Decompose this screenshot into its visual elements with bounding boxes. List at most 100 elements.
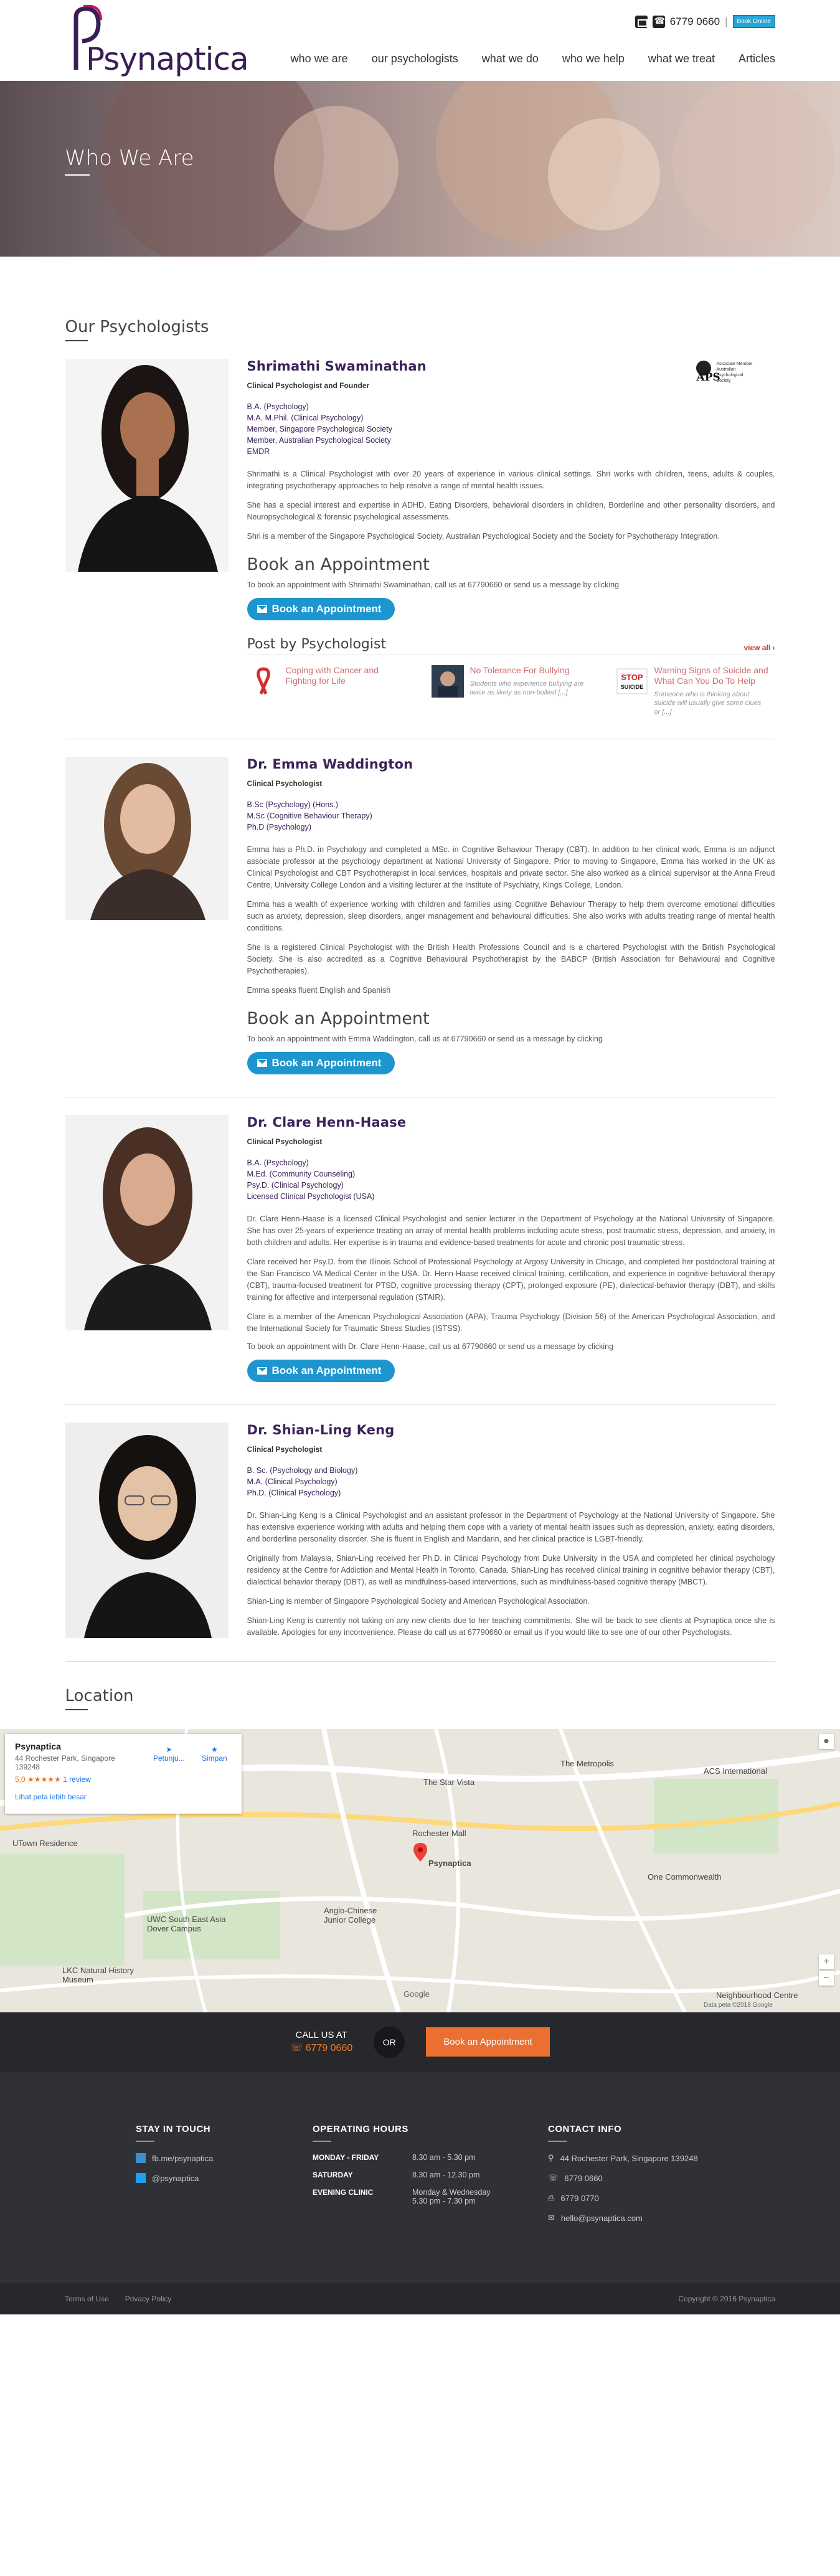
map-place-name: Psynaptica [15,1741,61,1751]
zoom-out-button[interactable]: − [819,1971,834,1986]
hero-underline [65,174,90,176]
book-online-button[interactable]: Book Online [732,15,775,28]
posts-header: Post by Psychologist view all › [247,637,775,655]
psychologist-photo [65,359,229,572]
call-bar: CALL US AT ☏ 6779 0660 OR Book an Appoin… [0,2012,840,2072]
envelope-icon [257,1367,267,1375]
post-title[interactable]: No Tolerance For Bullying [470,665,585,676]
psychologist-role: Clinical Psychologist [247,779,323,788]
credentials-list: B.A. (Psychology) M.A. M.Phil. (Clinical… [247,401,775,457]
twitter-link[interactable]: @psynaptica [136,2173,213,2183]
nav-articles[interactable]: Articles [727,52,775,65]
map-pin-icon[interactable] [413,1843,427,1862]
google-map[interactable]: Psynaptica 44 Rochester Park, Singapore … [0,1729,840,2012]
star-icon: ★ [210,1745,218,1754]
logo[interactable]: Psynaptica [65,5,249,77]
nav-our-psychologists[interactable]: our psychologists [360,52,470,65]
section-underline [65,1709,88,1710]
psychologist-photo [65,757,229,920]
hours-time: 8.30 am - 12.30 pm [412,2171,480,2179]
post-title[interactable]: Warning Signs of Suicide and What Can Yo… [654,665,769,686]
facebook-link[interactable]: fb.me/psynaptica [136,2153,213,2163]
logo-text: Psynaptica [86,41,249,77]
book-appointment-button[interactable]: Book an Appointment [247,1360,395,1382]
bio-paragraph: Shian-Ling is member of Singapore Psycho… [247,1597,590,1606]
footer-hours: OPERATING HOURS MONDAY - FRIDAY 8.30 am -… [313,2124,512,2205]
svg-text:SUICIDE: SUICIDE [620,684,643,690]
call-phone: 6779 0660 [305,2043,353,2053]
terms-link[interactable]: Terms of Use [65,2294,109,2303]
call-us-label: CALL US AT [295,2030,347,2040]
call-us-number[interactable]: ☏ 6779 0660 [290,2042,352,2054]
svg-text:STOP: STOP [621,673,643,682]
section-title: Our Psychologists [65,318,209,336]
credential-item: B.A. (Psychology) [247,1158,309,1167]
credential-item: M.A. M.Phil. (Clinical Psychology) [247,414,364,422]
hero-photo-shape [548,118,660,230]
hours-day: EVENING CLINIC [313,2188,374,2197]
directions-button[interactable]: ➤ Petunju... [153,1745,185,1763]
mail-icon[interactable] [635,15,648,28]
nav-what-we-treat[interactable]: what we treat [636,52,727,65]
bio-paragraph: Dr. Shian-Ling Keng is a Clinical Psycho… [247,1511,775,1543]
book-text: To book an appointment with Shrimathi Sw… [247,580,620,589]
directions-label: Petunju... [153,1754,185,1763]
footer-heading-line [313,2141,331,2142]
hero-title: Who We Are [65,146,194,171]
reviews-link[interactable]: 1 review [63,1775,91,1784]
post-item[interactable]: STOP SUICIDE Warning Signs of Suicide and… [616,665,769,716]
book-appointment-cta[interactable]: Book an Appointment [426,2027,550,2057]
nav-who-we-help[interactable]: who we help [550,52,636,65]
contact-phone[interactable]: ☏ 6779 0660 [548,2173,698,2183]
nav-who-we-are[interactable]: who we are [279,52,360,65]
aps-text: Associate Member Australian Psychologica… [717,361,753,384]
save-button[interactable]: ★ Simpan [202,1745,227,1763]
post-item[interactable]: No Tolerance For Bullying Students who ex… [431,665,585,716]
psychologist-card: Dr. Clare Henn-Haase Clinical Psychologi… [65,1115,775,1405]
psychologist-card: Dr. Shian-Ling Keng Clinical Psychologis… [65,1423,775,1662]
button-label: Book an Appointment [271,603,382,615]
bio-paragraph: Shian-Ling Keng is currently not taking … [247,1616,775,1637]
pegman-icon[interactable]: ● [819,1734,834,1749]
header-phone[interactable]: 6779 0660 [670,16,720,28]
book-appointment-button[interactable]: Book an Appointment [247,1052,395,1074]
larger-map-link[interactable]: Lihat peta lebih besar [15,1792,232,1801]
footer-heading-line [548,2141,567,2142]
bio-paragraph: Emma speaks fluent English and Spanish [247,986,391,995]
fax-text: 6779 0770 [560,2193,599,2203]
site-header: Psynaptica 6779 0660 | Book Online who w… [0,0,840,81]
bio-paragraph: She is a registered Clinical Psychologis… [247,943,775,975]
copyright: Copyright © 2016 Psynaptica [678,2294,775,2303]
aps-line: Society [716,379,731,383]
bio-paragraph: Emma has a wealth of experience working … [247,900,775,932]
aps-member: Associate Member [716,362,753,366]
hours-table: MONDAY - FRIDAY 8.30 am - 5.30 pm SATURDA… [313,2153,512,2205]
post-thumbnail [431,665,464,698]
posts-list: Coping with Cancer and Fighting for Life… [247,665,775,716]
bio-paragraph: Dr. Clare Henn-Haase is a licensed Clini… [247,1215,775,1247]
footer-links: Terms of Use Privacy Policy [65,2294,171,2303]
zoom-in-button[interactable]: + [819,1954,834,1969]
star-icons: ★★★★★ [27,1775,61,1784]
post-title[interactable]: Coping with Cancer and Fighting for Life [286,665,400,686]
bio-paragraph: Originally from Malaysia, Shian-Ling rec… [247,1554,775,1586]
credential-item: B.A. (Psychology) [247,402,309,411]
contact-email[interactable]: ✉ hello@psynaptica.com [548,2213,698,2223]
portrait-image [90,763,205,920]
twitter-text: @psynaptica [152,2173,199,2183]
footer-stay-in-touch: STAY IN TOUCH fb.me/psynaptica @psynapti… [136,2124,213,2193]
contact-address: ⚲ 44 Rochester Park, Singapore 139248 [548,2153,698,2163]
map-label: LKC Natural History Museum [62,1966,134,1984]
book-appointment-button[interactable]: Book an Appointment [247,598,395,620]
view-all-link[interactable]: view all › [743,643,775,652]
save-label: Simpan [202,1754,227,1763]
privacy-link[interactable]: Privacy Policy [125,2294,172,2303]
email-text: hello@psynaptica.com [560,2213,643,2223]
post-item[interactable]: Coping with Cancer and Fighting for Life [247,665,400,716]
psychologist-name: Dr. Clare Henn-Haase [247,1115,407,1130]
credential-item: M.A. (Clinical Psychology) [247,1477,337,1486]
nav-what-we-do[interactable]: what we do [470,52,550,65]
hours-day: MONDAY - FRIDAY [313,2153,379,2162]
button-label: Book an Appointment [271,1057,382,1069]
book-title: Book an Appointment [247,1009,430,1028]
